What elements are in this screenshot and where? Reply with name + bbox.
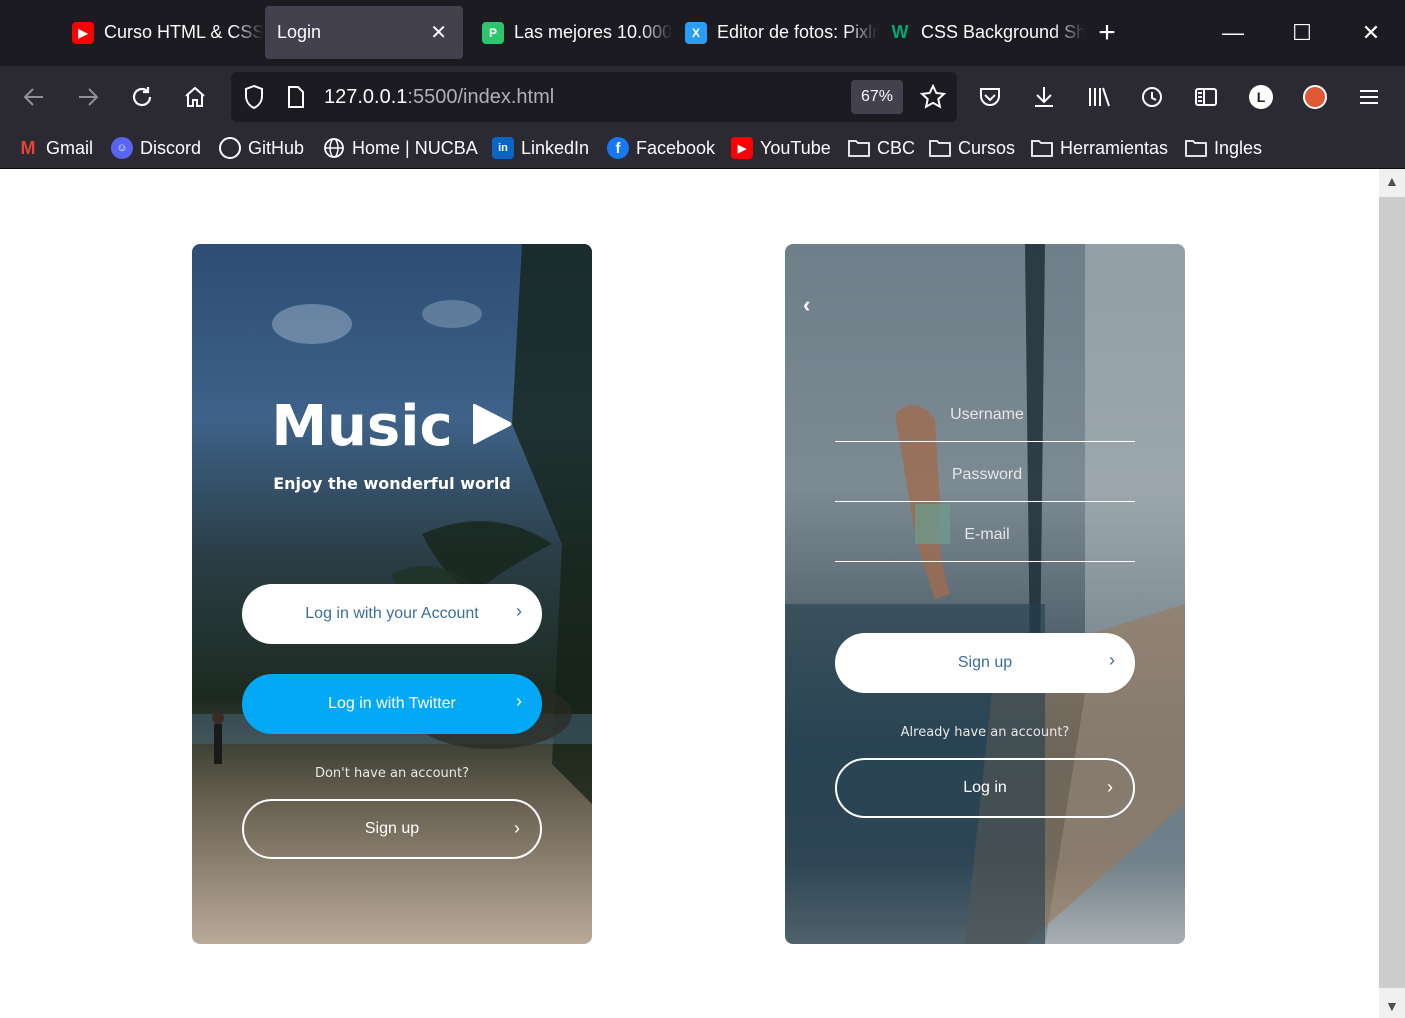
shield-icon[interactable] (243, 84, 265, 115)
bookmark-linkedin[interactable]: in LinkedIn (492, 136, 589, 160)
close-window-button[interactable]: ✕ (1351, 13, 1391, 53)
maximize-button[interactable]: ☐ (1282, 13, 1322, 53)
github-icon (219, 137, 241, 159)
pixlr-icon: X (685, 21, 707, 44)
sidebar-button[interactable] (1187, 78, 1225, 116)
password-input[interactable] (835, 446, 1139, 504)
url-bar[interactable]: 127.0.0.1:5500/index.html 67% (231, 72, 957, 122)
chevron-right-icon: › (1109, 650, 1115, 670)
globe-icon (323, 137, 345, 159)
email-input[interactable] (835, 506, 1139, 564)
chevron-right-icon: › (516, 691, 522, 711)
forward-arrow-icon (79, 88, 99, 106)
history-button[interactable] (1133, 78, 1171, 116)
youtube-icon: ▶ (731, 137, 753, 159)
sailboat-background-image (785, 244, 1185, 944)
password-field[interactable] (835, 446, 1139, 504)
username-field[interactable] (835, 386, 1139, 444)
forward-button[interactable] (69, 78, 107, 116)
login-button[interactable]: Log in › (835, 758, 1135, 818)
page-viewport: Music Enjoy the wonderful world Log in w… (0, 169, 1379, 1018)
pixabay-icon: P (482, 21, 504, 44)
music-login-card: Music Enjoy the wonderful world Log in w… (192, 244, 592, 944)
bookmark-star-icon[interactable] (919, 83, 947, 115)
scroll-up-arrow-icon[interactable]: ▲ (1385, 173, 1399, 189)
bookmarks-bar: M Gmail ☺ Discord GitHub Home | NUCBA in Li… (0, 128, 1405, 169)
bookmark-folder-herramientas[interactable]: Herramientas (1031, 136, 1168, 160)
bookmark-discord[interactable]: ☺ Discord (111, 136, 201, 160)
reload-button[interactable] (123, 78, 161, 116)
hamburger-menu-icon (1360, 90, 1378, 104)
bookmark-github[interactable]: GitHub (219, 136, 304, 160)
bookmark-folder-cursos[interactable]: Cursos (929, 136, 1015, 160)
music-title: Music (192, 394, 592, 462)
have-account-text: Already have an account? (900, 725, 1070, 740)
folder-icon (1031, 137, 1053, 159)
zoom-indicator[interactable]: 67% (851, 80, 903, 114)
scrollbar-thumb[interactable] (1379, 197, 1405, 988)
login-twitter-button[interactable]: Log in with Twitter › (242, 674, 542, 734)
close-tab-icon[interactable]: ✕ (430, 20, 447, 45)
gmail-icon: M (20, 137, 36, 158)
youtube-icon: ▶ (72, 21, 94, 44)
duckduckgo-extension-button[interactable] (1296, 78, 1334, 116)
scroll-down-arrow-icon[interactable]: ▼ (1385, 998, 1399, 1014)
download-icon (1035, 87, 1053, 107)
bookmark-folder-ingles[interactable]: Ingles (1185, 136, 1262, 160)
reload-icon (132, 87, 152, 107)
folder-icon (1185, 137, 1207, 159)
tab-w3schools[interactable]: W CSS Background Shorthand (879, 6, 1086, 59)
email-field[interactable] (835, 506, 1139, 564)
play-icon (469, 397, 513, 462)
facebook-icon: f (607, 137, 629, 159)
bookmark-nucba[interactable]: Home | NUCBA (323, 136, 478, 160)
vertical-scrollbar[interactable]: ▲ ▼ (1379, 169, 1405, 1018)
pocket-button[interactable] (971, 78, 1009, 116)
chevron-right-icon: › (1107, 777, 1113, 797)
w3-icon: W (891, 22, 909, 42)
duckduckgo-icon (1303, 85, 1327, 109)
library-icon (1089, 87, 1110, 107)
pocket-icon (980, 88, 1000, 106)
signup-submit-button[interactable]: Sign up › (835, 633, 1135, 693)
username-input[interactable] (835, 386, 1139, 444)
tab-curso-html[interactable]: ▶ Curso HTML & CSS (62, 6, 268, 59)
no-account-text: Don't have an account? (314, 766, 470, 781)
chevron-right-icon: › (514, 818, 520, 838)
menu-button[interactable] (1350, 78, 1388, 116)
avatar: L (1249, 85, 1273, 109)
back-chevron-icon[interactable]: ‹ (803, 292, 810, 318)
discord-icon: ☺ (111, 137, 133, 159)
login-account-button[interactable]: Log in with your Account › (242, 584, 542, 644)
home-icon (185, 86, 205, 107)
library-button[interactable] (1080, 78, 1118, 116)
bookmark-gmail[interactable]: M Gmail (17, 136, 94, 160)
folder-icon (929, 137, 951, 159)
signup-form-card: ‹ Sign up › Already have an account? Log… (785, 244, 1185, 944)
url-text[interactable]: 127.0.0.1:5500/index.html (324, 86, 554, 109)
clock-icon (1142, 87, 1162, 107)
tab-login[interactable]: Login ✕ (265, 6, 463, 59)
bookmark-youtube[interactable]: ▶ YouTube (731, 136, 831, 160)
home-button[interactable] (176, 78, 214, 116)
profile-button[interactable]: L (1242, 78, 1280, 116)
music-subtitle: Enjoy the wonderful world (273, 474, 511, 493)
back-button[interactable] (15, 78, 53, 116)
bookmark-facebook[interactable]: f Facebook (607, 136, 715, 160)
tab-pixabay[interactable]: P Las mejores 10.000 (472, 6, 678, 59)
page-icon[interactable] (286, 85, 306, 114)
back-arrow-icon (23, 88, 43, 106)
bookmark-folder-cbc[interactable]: CBC (848, 136, 915, 160)
chevron-right-icon: › (516, 601, 522, 621)
tab-pixlr[interactable]: X Editor de fotos: Pixlr (675, 6, 881, 59)
sidebar-icon (1195, 88, 1217, 106)
folder-icon (848, 137, 870, 159)
linkedin-icon: in (492, 137, 514, 159)
minimize-button[interactable]: — (1213, 13, 1253, 53)
new-tab-button[interactable]: + (1087, 13, 1127, 53)
downloads-button[interactable] (1025, 78, 1063, 116)
signup-button[interactable]: Sign up › (242, 799, 542, 859)
tab-bar: ▶ Curso HTML & CSS Login ✕ P Las mejores… (0, 0, 1405, 66)
